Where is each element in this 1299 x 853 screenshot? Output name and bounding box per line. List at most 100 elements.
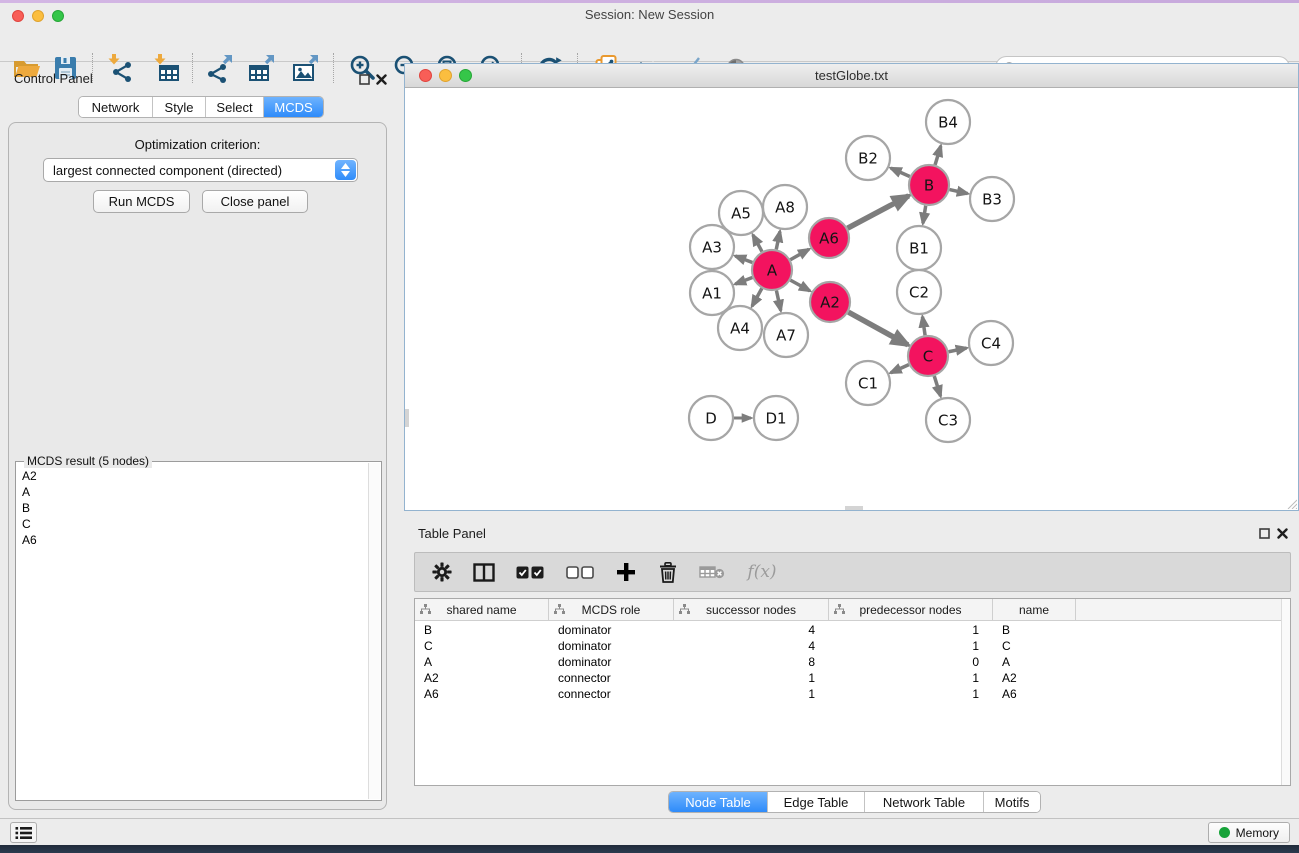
- delete-table-icon[interactable]: [699, 561, 725, 583]
- deselect-all-columns-icon[interactable]: [565, 561, 595, 583]
- graph-edge-B-B2[interactable]: [891, 168, 910, 176]
- network-canvas[interactable]: B4B2BB3A8A5A6A3B1AC2A1A2A4A7C4CC1C3DD1: [405, 88, 1298, 510]
- graph-edge-B-B3[interactable]: [949, 190, 967, 194]
- function-builder-icon[interactable]: f(x): [745, 561, 779, 583]
- column-header-successor-nodes[interactable]: successor nodes: [674, 599, 829, 620]
- close-panel-button[interactable]: Close panel: [202, 190, 308, 213]
- mcds-result-item[interactable]: B: [22, 500, 365, 516]
- table-cell[interactable]: 0: [829, 654, 993, 670]
- task-history-button[interactable]: [10, 822, 37, 843]
- tab-style[interactable]: Style: [152, 97, 205, 117]
- mcds-result-box: MCDS result (5 nodes) A2ABCA6: [15, 461, 382, 801]
- table-cell[interactable]: A: [415, 654, 549, 670]
- delete-column-trash-icon[interactable]: [657, 561, 679, 583]
- table-cell[interactable]: 1: [829, 622, 993, 638]
- graph-edge-C-C1[interactable]: [891, 365, 909, 373]
- table-cell[interactable]: connector: [549, 670, 674, 686]
- tab-edge-table[interactable]: Edge Table: [767, 792, 864, 812]
- add-column-icon[interactable]: [615, 561, 637, 583]
- table-cell[interactable]: B: [993, 622, 1076, 638]
- mcds-result-list[interactable]: A2ABCA6: [22, 468, 365, 796]
- graph-edge-A-A3[interactable]: [735, 256, 752, 263]
- resize-grip-icon[interactable]: [1285, 497, 1297, 509]
- graph-node-label-B3: B3: [982, 190, 1002, 208]
- graph-edge-A2-C[interactable]: [848, 312, 907, 345]
- table-cell[interactable]: dominator: [549, 622, 674, 638]
- table-row[interactable]: Bdominator41B: [415, 622, 1290, 638]
- split-panel-icon[interactable]: [473, 561, 495, 583]
- tab-network-table[interactable]: Network Table: [864, 792, 983, 812]
- table-settings-icon[interactable]: [431, 561, 453, 583]
- memory-button[interactable]: Memory: [1208, 822, 1290, 843]
- column-label: predecessor nodes: [859, 603, 961, 617]
- column-header-predecessor-nodes[interactable]: predecessor nodes: [829, 599, 993, 620]
- table-cell[interactable]: dominator: [549, 654, 674, 670]
- table-row[interactable]: Cdominator41C: [415, 638, 1290, 654]
- float-table-panel-icon[interactable]: [1259, 528, 1270, 539]
- table-cell[interactable]: 8: [674, 654, 829, 670]
- result-list-scrollbar[interactable]: [368, 463, 380, 799]
- graph-edge-A-A8[interactable]: [776, 231, 780, 249]
- graph-edge-C-C3[interactable]: [934, 376, 940, 396]
- graph-edge-C-C2[interactable]: [922, 317, 925, 335]
- table-row[interactable]: A2connector11A2: [415, 670, 1290, 686]
- tab-motifs[interactable]: Motifs: [983, 792, 1040, 812]
- table-scrollbar[interactable]: [1281, 599, 1290, 785]
- graph-edge-A-A5[interactable]: [753, 235, 762, 252]
- table-cell[interactable]: C: [993, 638, 1076, 654]
- table-cell[interactable]: 1: [674, 686, 829, 702]
- graph-edge-B-B4[interactable]: [935, 146, 941, 165]
- graph-edge-A-A6[interactable]: [790, 249, 809, 259]
- select-all-columns-icon[interactable]: [515, 561, 545, 583]
- table-cell[interactable]: A2: [993, 670, 1076, 686]
- network-graph[interactable]: B4B2BB3A8A5A6A3B1AC2A1A2A4A7C4CC1C3DD1: [405, 88, 1298, 510]
- table-cell[interactable]: 4: [674, 638, 829, 654]
- graph-edge-A-A7[interactable]: [776, 291, 780, 311]
- graph-edge-A-A4[interactable]: [752, 288, 762, 306]
- graph-node-label-D: D: [705, 409, 717, 427]
- table-cell[interactable]: 1: [829, 638, 993, 654]
- table-cell[interactable]: 1: [829, 670, 993, 686]
- close-table-panel-icon[interactable]: [1277, 528, 1288, 539]
- horizontal-scroll-indicator[interactable]: [845, 506, 863, 510]
- table-cell[interactable]: B: [415, 622, 549, 638]
- run-mcds-button[interactable]: Run MCDS: [93, 190, 190, 213]
- graph-node-label-C3: C3: [938, 411, 958, 429]
- control-panel-tabs: NetworkStyleSelectMCDS: [78, 96, 324, 118]
- vertical-scroll-indicator[interactable]: [405, 409, 409, 427]
- graph-edge-A-A2[interactable]: [790, 280, 809, 291]
- graph-edge-B-B1[interactable]: [923, 206, 926, 224]
- mcds-result-item[interactable]: C: [22, 516, 365, 532]
- tab-select[interactable]: Select: [205, 97, 263, 117]
- table-cell[interactable]: A6: [993, 686, 1076, 702]
- graph-edge-A6-B[interactable]: [848, 196, 909, 228]
- mcds-result-item[interactable]: A: [22, 484, 365, 500]
- table-cell[interactable]: 1: [829, 686, 993, 702]
- mcds-panel: Optimization criterion: largest connecte…: [8, 122, 387, 810]
- table-cell[interactable]: 4: [674, 622, 829, 638]
- table-cell[interactable]: dominator: [549, 638, 674, 654]
- table-cell[interactable]: A: [993, 654, 1076, 670]
- table-cell[interactable]: A6: [415, 686, 549, 702]
- tab-mcds[interactable]: MCDS: [263, 97, 323, 117]
- graph-edge-C-C4[interactable]: [949, 348, 967, 352]
- graph-node-label-B1: B1: [909, 239, 929, 257]
- mcds-result-item[interactable]: A6: [22, 532, 365, 548]
- tab-network[interactable]: Network: [79, 97, 152, 117]
- column-header-name[interactable]: name: [993, 599, 1076, 620]
- mcds-result-item[interactable]: A2: [22, 468, 365, 484]
- table-cell[interactable]: A2: [415, 670, 549, 686]
- column-header-mcds-role[interactable]: MCDS role: [549, 599, 674, 620]
- network-window-titlebar[interactable]: testGlobe.txt: [405, 64, 1298, 88]
- tab-node-table[interactable]: Node Table: [669, 792, 767, 812]
- table-cell[interactable]: 1: [674, 670, 829, 686]
- table-cell[interactable]: connector: [549, 686, 674, 702]
- criterion-dropdown[interactable]: largest connected component (directed): [43, 158, 358, 182]
- table-row[interactable]: Adominator80A: [415, 654, 1290, 670]
- table-row[interactable]: A6connector11A6: [415, 686, 1290, 702]
- column-header-shared-name[interactable]: shared name: [415, 599, 549, 620]
- float-panel-icon[interactable]: [359, 74, 370, 85]
- graph-edge-A-A1[interactable]: [735, 278, 752, 285]
- table-cell[interactable]: C: [415, 638, 549, 654]
- close-panel-icon[interactable]: [376, 74, 387, 85]
